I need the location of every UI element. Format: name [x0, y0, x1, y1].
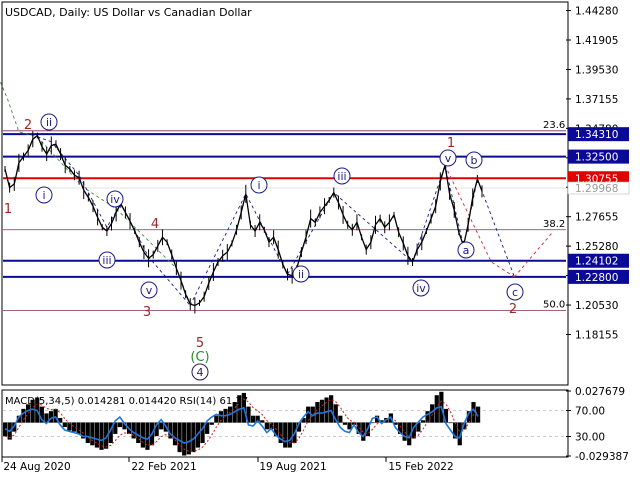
- macd-bar: [140, 422, 145, 448]
- macd-bar: [172, 422, 178, 446]
- level-tag-text: 1.32500: [575, 152, 618, 164]
- macd-bar: [329, 395, 334, 423]
- wave-label: c: [512, 286, 518, 299]
- time-axis-label: 19 Aug 2021: [259, 461, 326, 473]
- wave-label: 4: [151, 217, 159, 232]
- usdcad-chart: 23.6 38.2 50.0 2 ii i 1 iv iii 4 v 3 5 (C) 4 i ii iii iv 1…: [0, 0, 640, 480]
- wave-label: 4: [197, 366, 204, 379]
- indicator-axis-label: 70.00: [575, 406, 605, 418]
- wave-label: v: [445, 152, 452, 165]
- macd-bar: [182, 422, 187, 456]
- macd-bar: [420, 420, 426, 423]
- time-axis-label: 22 Feb 2021: [131, 461, 196, 473]
- chart-title: USDCAD, Daily: US Dollar vs Canadian Dol…: [5, 6, 252, 19]
- macd-bar: [159, 422, 164, 430]
- macd-bar: [287, 422, 292, 448]
- wave-label: i: [42, 189, 45, 202]
- wave-label: b: [471, 154, 478, 167]
- wave-label: iv: [110, 193, 120, 206]
- macd-bar: [90, 422, 95, 446]
- wave-label: i: [257, 179, 260, 192]
- macd-bar: [214, 415, 219, 423]
- price-axis-label: 1.44280: [575, 6, 618, 18]
- wave-label: ii: [46, 116, 52, 129]
- wave-label: 2: [509, 302, 517, 317]
- price-axis-label: 1.37155: [575, 94, 618, 106]
- wave-label: iii: [102, 254, 111, 267]
- macd-bar: [250, 415, 256, 423]
- macd-bar: [177, 422, 182, 453]
- macd-bar: [21, 408, 26, 423]
- macd-bar: [186, 422, 191, 455]
- macd-bar: [315, 402, 320, 423]
- wave-label: 3: [143, 305, 151, 320]
- macd-bar: [319, 399, 325, 423]
- price-axis-label: 1.20530: [575, 300, 618, 312]
- current-price-tag-text: 1.29968: [575, 183, 618, 195]
- price-axis-label: 1.41905: [575, 35, 618, 47]
- price-panel-frame: [1, 1, 569, 386]
- time-axis-label: 24 Aug 2020: [3, 461, 70, 473]
- macd-bar: [117, 422, 123, 428]
- wave-label: 1: [4, 202, 12, 217]
- time-axis-layer: 24 Aug 2020 22 Feb 2021 19 Aug 2021 15 Feb …: [1, 457, 454, 473]
- price-axis-label: 1.27655: [575, 212, 618, 224]
- macd-bar: [62, 422, 67, 428]
- wave-label: v: [146, 284, 153, 297]
- fib-label: 23.6: [543, 120, 565, 131]
- macd-bar: [402, 422, 407, 441]
- level-tag-text: 1.22800: [575, 272, 618, 284]
- level-tag-text: 1.34310: [575, 129, 618, 141]
- macd-bar: [361, 422, 366, 441]
- indicator-axis-label: 0.027679: [575, 386, 625, 398]
- wave-label: 5: [196, 336, 204, 351]
- wave-label: 1: [447, 136, 455, 151]
- chart-canvas: 23.638.250.0 2 iii1iviii4v35(C)4iiiiiiiv1…: [0, 1, 630, 473]
- macd-bar: [71, 422, 77, 432]
- macd-bar: [264, 422, 269, 430]
- wave-label: iii: [337, 170, 346, 183]
- macd-bar: [209, 422, 214, 425]
- price-axis-label: 1.18155: [575, 329, 618, 341]
- macd-bar: [342, 422, 348, 425]
- fib-label: 50.0: [543, 299, 565, 310]
- macd-bar: [324, 397, 329, 423]
- level-tag-text: 1.24102: [575, 256, 618, 268]
- macd-bar: [85, 422, 90, 444]
- time-axis-label: 15 Feb 2022: [388, 461, 453, 473]
- macd-bar: [448, 422, 453, 424]
- price-axis-label: 1.25280: [575, 241, 618, 253]
- indicator-axis-label: -0.029387: [575, 451, 629, 463]
- wave-label: (C): [190, 350, 209, 365]
- level-tags-layer: 1.343101.325001.307551.241021.228001.299…: [567, 127, 630, 284]
- macd-bar: [338, 415, 343, 423]
- fib-label: 38.2: [543, 219, 565, 230]
- macd-bar: [25, 404, 31, 423]
- macd-bar: [99, 422, 104, 450]
- wave-label: 2: [24, 118, 32, 133]
- indicator-label: MACD(5,34,5) 0.014281 0.014420 RSI(14) 6…: [5, 396, 248, 407]
- wave-label: a: [463, 244, 470, 257]
- macd-bar: [260, 420, 265, 423]
- macd-bar: [283, 422, 288, 448]
- wave-label: ii: [298, 268, 304, 281]
- wave-label: iv: [416, 282, 426, 295]
- price-axis-label: 1.39530: [575, 64, 618, 76]
- indicator-axis-label: 30.00: [575, 432, 605, 444]
